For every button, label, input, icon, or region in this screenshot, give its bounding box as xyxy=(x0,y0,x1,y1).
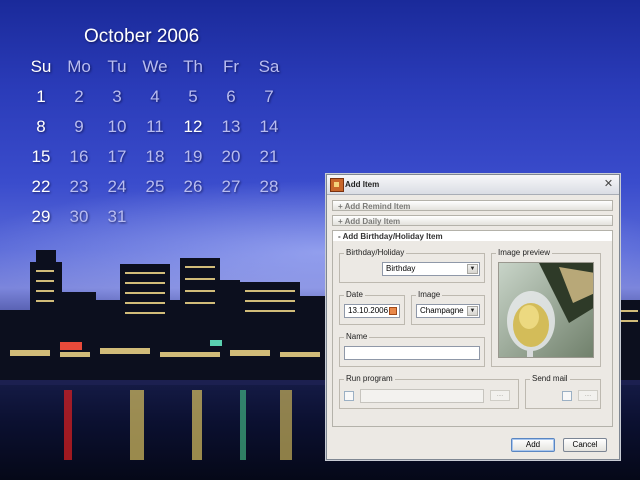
image-group: Image Champagne ▼ xyxy=(411,290,485,325)
add-item-dialog: Add Item ✕ + Add Remind Item + Add Daily… xyxy=(326,174,620,460)
name-field[interactable] xyxy=(344,346,480,360)
calendar-day-today[interactable]: 12 xyxy=(174,116,212,146)
calendar-week: 29 30 31 xyxy=(22,206,288,236)
weekday-label: Su xyxy=(30,57,52,76)
calendar-day[interactable]: 6 xyxy=(212,86,250,116)
add-button[interactable]: Add xyxy=(511,438,555,452)
calendar-icon[interactable] xyxy=(389,307,397,315)
send-mail-label: Send mail xyxy=(530,374,570,383)
run-program-path-field[interactable] xyxy=(360,389,484,403)
calendar-day[interactable]: 10 xyxy=(98,116,136,146)
champagne-picture xyxy=(499,263,593,357)
calendar-day[interactable]: 5 xyxy=(174,86,212,116)
calendar-day[interactable]: 30 xyxy=(60,206,98,236)
calendar-month-title: October 2006 xyxy=(84,26,200,47)
section-add-remind-item[interactable]: + Add Remind Item xyxy=(332,200,613,211)
birthday-panel: Birthday/Holiday Birthday ▼ Image previe… xyxy=(332,241,613,427)
calendar-day[interactable]: 15 xyxy=(22,146,60,176)
calendar-day[interactable]: 26 xyxy=(174,176,212,206)
dialog-titlebar[interactable]: Add Item ✕ xyxy=(327,175,619,195)
run-program-browse-button[interactable]: .... xyxy=(490,390,510,401)
calendar-day[interactable]: 19 xyxy=(174,146,212,176)
calendar-day[interactable]: 28 xyxy=(250,176,288,206)
reflection-yellow xyxy=(280,390,292,460)
name-group: Name xyxy=(339,332,485,367)
image-preview-group: Image preview xyxy=(491,248,601,367)
weekday-label: Mo xyxy=(67,57,91,76)
reflection-yellow xyxy=(130,390,144,460)
calendar-day[interactable]: 3 xyxy=(98,86,136,116)
calendar-grid: Su Mo Tu We Th Fr Sa 1 2 3 4 5 6 7 8 9 1… xyxy=(22,56,288,236)
birthday-holiday-select[interactable]: Birthday ▼ xyxy=(382,262,480,276)
send-mail-group: Send mail .... xyxy=(525,374,601,409)
reflection-green xyxy=(240,390,246,460)
calendar-day[interactable]: 4 xyxy=(136,86,174,116)
close-icon[interactable]: ✕ xyxy=(602,178,615,191)
image-value: Champagne xyxy=(420,306,464,315)
calendar-day[interactable]: 25 xyxy=(136,176,174,206)
birthday-holiday-group: Birthday/Holiday Birthday ▼ xyxy=(339,248,485,283)
calendar-day[interactable]: 7 xyxy=(250,86,288,116)
send-mail-browse-button[interactable]: .... xyxy=(578,390,598,401)
name-label: Name xyxy=(344,332,370,341)
weekday-label: Fr xyxy=(222,57,240,76)
calendar-day[interactable]: 20 xyxy=(212,146,250,176)
calendar-day[interactable]: 27 xyxy=(212,176,250,206)
date-label: Date xyxy=(344,290,365,299)
reflection-yellow xyxy=(192,390,202,460)
calendar-day[interactable]: 31 xyxy=(98,206,136,236)
dialog-title: Add Item xyxy=(345,180,380,189)
calendar-day[interactable]: 11 xyxy=(136,116,174,146)
calendar-day[interactable]: 14 xyxy=(250,116,288,146)
chevron-down-icon[interactable]: ▼ xyxy=(467,264,478,274)
weekday-label: Th xyxy=(183,57,203,76)
calendar-day[interactable]: 18 xyxy=(136,146,174,176)
weekday-label: Sa xyxy=(258,57,280,76)
birthday-holiday-value: Birthday xyxy=(386,264,416,273)
calendar-week: 8 9 10 11 12 13 14 xyxy=(22,116,288,146)
image-label: Image xyxy=(416,290,443,299)
calendar-week: 22 23 24 25 26 27 28 xyxy=(22,176,288,206)
calendar-day[interactable]: 24 xyxy=(98,176,136,206)
calendar-day[interactable]: 23 xyxy=(60,176,98,206)
calendar-day[interactable]: 16 xyxy=(60,146,98,176)
calendar-day[interactable]: 1 xyxy=(22,86,60,116)
app-icon xyxy=(330,178,344,192)
run-program-group: Run program .... xyxy=(339,374,519,409)
birthday-holiday-label: Birthday/Holiday xyxy=(344,248,407,257)
section-add-birthday-holiday-item[interactable]: - Add Birthday/Holiday Item xyxy=(332,230,613,241)
champagne-preview-image xyxy=(498,262,594,358)
calendar-day[interactable]: 2 xyxy=(60,86,98,116)
section-add-daily-item[interactable]: + Add Daily Item xyxy=(332,215,613,226)
calendar-day[interactable]: 29 xyxy=(22,206,60,236)
date-group: Date 13.10.2006 xyxy=(339,290,405,325)
calendar-day[interactable]: 8 xyxy=(22,116,60,146)
weekday-label: We xyxy=(142,57,168,76)
calendar-day[interactable]: 21 xyxy=(250,146,288,176)
chevron-down-icon[interactable]: ▼ xyxy=(467,306,478,316)
image-preview-label: Image preview xyxy=(496,248,553,257)
image-select[interactable]: Champagne ▼ xyxy=(416,304,480,318)
calendar-day[interactable]: 13 xyxy=(212,116,250,146)
calendar-week: 1 2 3 4 5 6 7 xyxy=(22,86,288,116)
calendar-weekday-header: Su Mo Tu We Th Fr Sa xyxy=(22,56,288,86)
reflection-red xyxy=(64,390,72,460)
run-program-label: Run program xyxy=(344,374,395,383)
cancel-button[interactable]: Cancel xyxy=(563,438,607,452)
calendar-day[interactable]: 17 xyxy=(98,146,136,176)
calendar-week: 15 16 17 18 19 20 21 xyxy=(22,146,288,176)
weekday-label: Tu xyxy=(107,57,127,76)
date-value: 13.10.2006 xyxy=(348,306,389,315)
run-program-checkbox[interactable] xyxy=(344,391,354,401)
send-mail-checkbox[interactable] xyxy=(562,391,572,401)
calendar-day[interactable]: 9 xyxy=(60,116,98,146)
calendar-day[interactable]: 22 xyxy=(22,176,60,206)
date-field[interactable]: 13.10.2006 xyxy=(344,304,400,318)
